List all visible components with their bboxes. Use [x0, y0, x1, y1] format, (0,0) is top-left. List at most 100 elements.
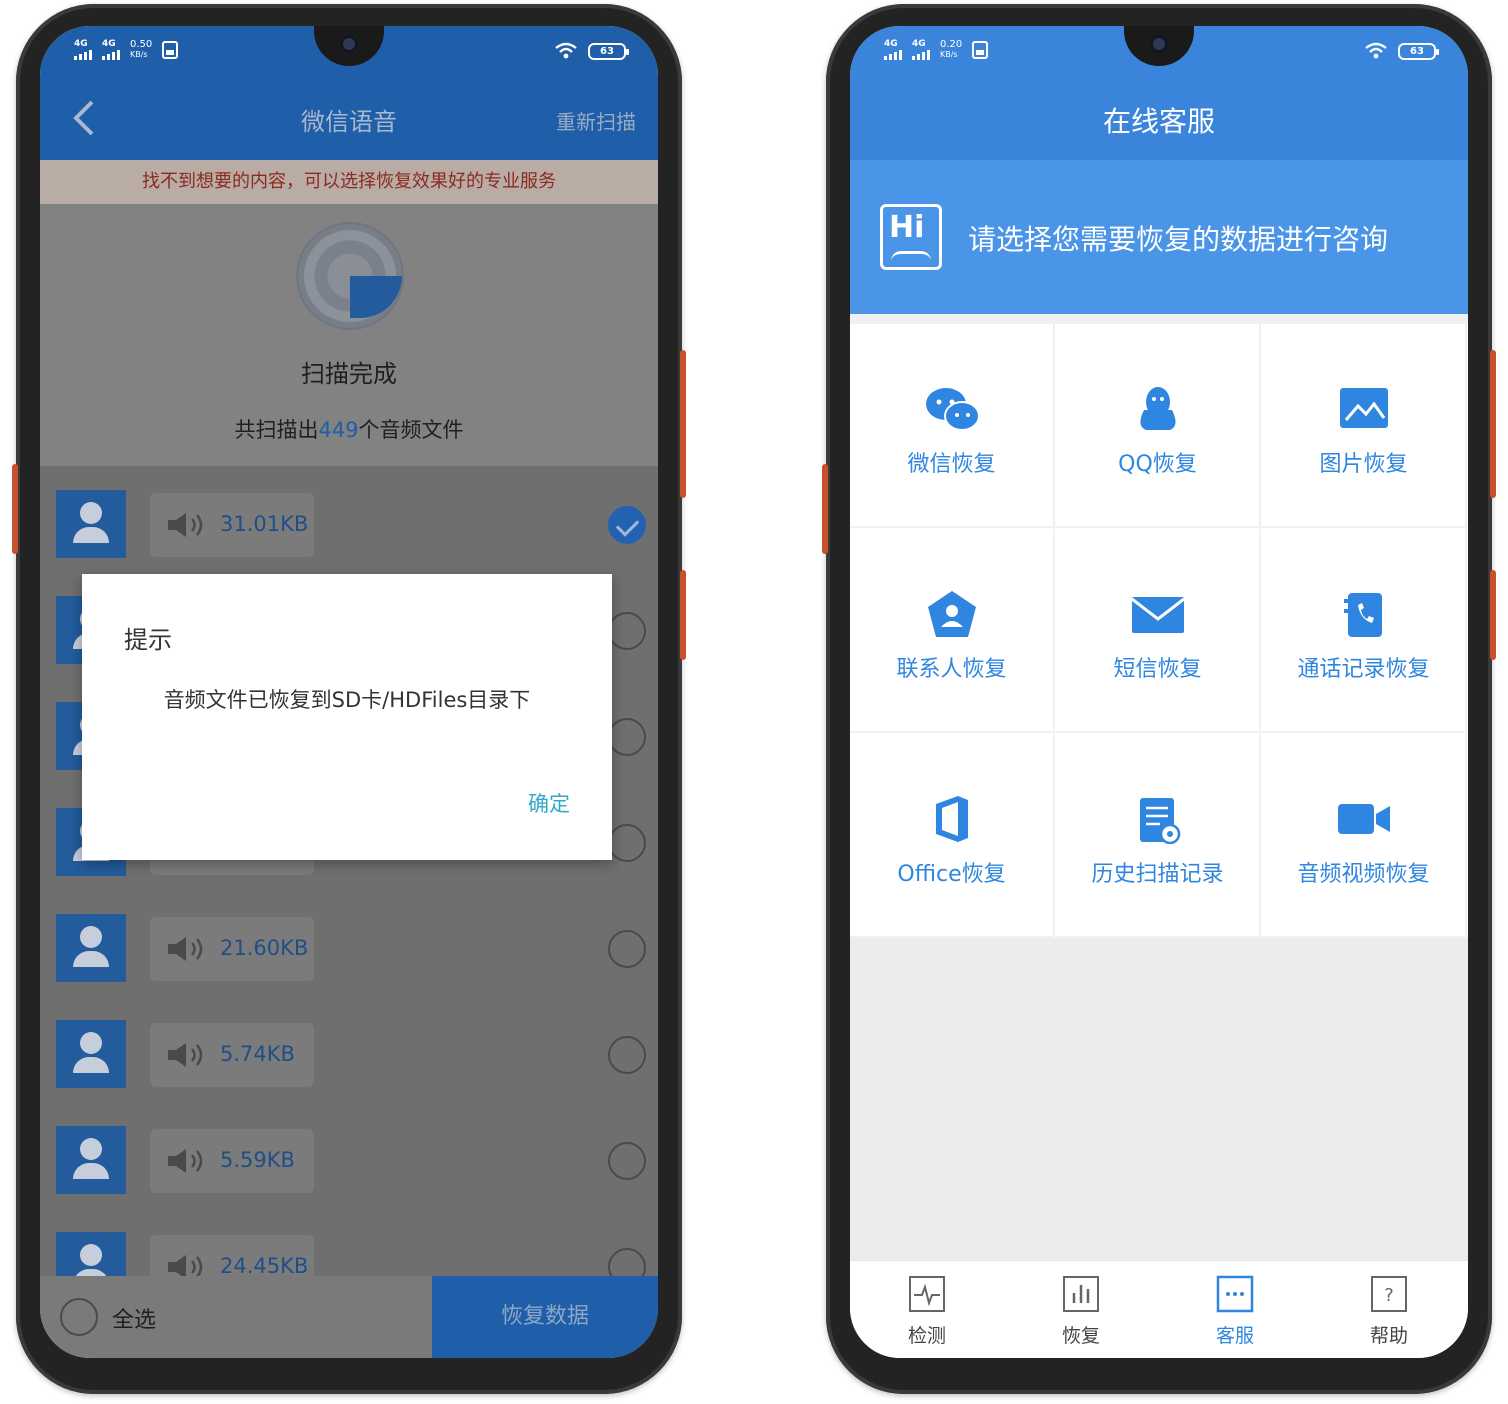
signal-icon [74, 50, 92, 60]
contacts-icon [922, 589, 982, 639]
image-icon [1334, 384, 1394, 434]
volume-button [1490, 350, 1496, 498]
row-checkbox[interactable] [608, 1142, 646, 1180]
service-office[interactable]: Office恢复 [850, 734, 1055, 938]
row-checkbox[interactable] [608, 506, 646, 544]
wechat-icon [922, 384, 982, 434]
service-mail[interactable]: 短信恢复 [1056, 529, 1261, 733]
file-size: 21.60KB [220, 936, 309, 960]
chat-icon [1216, 1275, 1254, 1313]
network-speed-unit: KB/s [130, 50, 148, 59]
rescan-button[interactable]: 重新扫描 [556, 106, 636, 135]
avatar-icon [56, 1126, 126, 1194]
signal-icon [912, 50, 930, 60]
service-label: 联系人恢复 [896, 657, 1007, 682]
file-row[interactable]: 21.60KB [40, 890, 658, 996]
speaker-icon [168, 1043, 203, 1067]
file-size: 24.45KB [220, 1254, 309, 1278]
row-checkbox[interactable] [608, 612, 646, 650]
signal-icon [884, 50, 902, 60]
audio-chip[interactable]: 5.59KB [150, 1129, 314, 1193]
empty-area [850, 938, 1468, 1260]
service-video[interactable]: 音频视频恢复 [1262, 734, 1467, 938]
avatar-icon [56, 1020, 126, 1088]
bottom-bar: 全选 恢复数据 [40, 1276, 658, 1358]
recover-button[interactable]: 恢复数据 [432, 1276, 658, 1358]
file-row[interactable]: 5.59KB [40, 1102, 658, 1208]
speaker-icon [168, 513, 203, 537]
network-speed-unit: KB/s [940, 50, 958, 59]
row-checkbox[interactable] [608, 930, 646, 968]
office-icon [922, 794, 982, 844]
left-phone: 4G 4G 0.50 KB/s 63 微信语音 重新扫描 找不到想要的内容，可以选… [12, 4, 686, 1394]
tab-chat[interactable]: 客服 [1195, 1275, 1275, 1348]
consult-banner: Hi 请选择您需要恢复的数据进行咨询 [850, 160, 1468, 314]
scan-done-label: 扫描完成 [301, 360, 397, 388]
tab-chart[interactable]: 恢复 [1041, 1275, 1121, 1348]
avatar-icon [56, 490, 126, 558]
network-type-2: 4G [102, 39, 116, 49]
service-wechat[interactable]: 微信恢复 [850, 324, 1055, 528]
service-label: 短信恢复 [1113, 657, 1202, 682]
scan-summary: 扫描完成 共扫描出449个音频文件 [40, 204, 658, 466]
network-type-2: 4G [912, 39, 926, 49]
battery-icon: 63 [1398, 42, 1439, 60]
service-qq[interactable]: QQ恢复 [1056, 324, 1261, 528]
tab-label: 客服 [1215, 1325, 1254, 1347]
speaker-icon [168, 937, 203, 961]
tip-banner[interactable]: 找不到想要的内容，可以选择恢复效果好的专业服务 [40, 160, 658, 204]
mail-icon [1128, 589, 1188, 639]
select-all-label[interactable]: 全选 [112, 1302, 156, 1334]
power-button [1490, 570, 1496, 660]
scan-count-number: 449 [318, 418, 359, 442]
file-row[interactable]: 5.74KB [40, 996, 658, 1102]
power-button [680, 570, 686, 660]
service-grid: 微信恢复 QQ恢复 图片恢复联系人恢复 短信恢复 通话记录恢复 Office恢复 历史扫描记… [850, 324, 1468, 938]
service-history[interactable]: 历史扫描记录 [1056, 734, 1261, 938]
audio-chip[interactable]: 21.60KB [150, 917, 314, 981]
phone-log-icon [1334, 589, 1394, 639]
tab-label: 恢复 [1061, 1325, 1100, 1347]
service-label: 微信恢复 [907, 452, 996, 477]
tab-label: 帮助 [1369, 1325, 1408, 1347]
dialog-message: 音频文件已恢复到SD卡/HDFiles目录下 [163, 688, 531, 712]
speaker-icon [168, 1149, 203, 1173]
service-contacts[interactable]: 联系人恢复 [850, 529, 1055, 733]
side-button [822, 464, 828, 554]
avatar-icon [56, 914, 126, 982]
camera-icon [340, 35, 358, 53]
scan-count-suffix: 个音频文件 [358, 418, 464, 442]
service-label: QQ恢复 [1118, 452, 1197, 477]
video-icon [1334, 794, 1394, 844]
select-all-checkbox[interactable] [60, 1298, 98, 1336]
service-image[interactable]: 图片恢复 [1262, 324, 1467, 528]
tab-help[interactable]: ? 帮助 [1349, 1275, 1429, 1348]
file-size: 5.74KB [220, 1042, 295, 1066]
audio-chip[interactable]: 31.01KB [150, 493, 314, 557]
page-title: 在线客服 [1102, 105, 1215, 138]
tab-label: 检测 [907, 1325, 946, 1347]
history-icon [1128, 794, 1188, 845]
row-checkbox[interactable] [608, 1036, 646, 1074]
hi-icon: Hi [880, 204, 942, 270]
audio-chip[interactable]: 5.74KB [150, 1023, 314, 1087]
volume-button [680, 350, 686, 498]
file-size: 5.59KB [220, 1148, 295, 1172]
file-size: 31.01KB [220, 512, 309, 536]
right-screen: 4G 4G 0.20 KB/s 63 在线客服 Hi 请选择您需要恢复的数据进行咨… [850, 26, 1468, 1358]
tab-pulse[interactable]: 检测 [887, 1275, 967, 1348]
service-phone-log[interactable]: 通话记录恢复 [1262, 529, 1467, 733]
dialog-title: 提示 [124, 626, 172, 654]
confirm-button[interactable]: 确定 [528, 788, 570, 818]
row-checkbox[interactable] [608, 824, 646, 862]
network-speed: 0.50 [130, 39, 153, 50]
wifi-icon [1365, 42, 1387, 59]
network-speed: 0.20 [940, 39, 963, 50]
row-checkbox[interactable] [608, 718, 646, 756]
alert-dialog: 提示 音频文件已恢复到SD卡/HDFiles目录下 确定 [82, 574, 612, 860]
chart-icon [1062, 1275, 1100, 1313]
file-row[interactable]: 31.01KB [40, 466, 658, 572]
network-type-1: 4G [884, 39, 898, 49]
wifi-icon [555, 42, 577, 59]
service-label: 图片恢复 [1319, 452, 1408, 477]
